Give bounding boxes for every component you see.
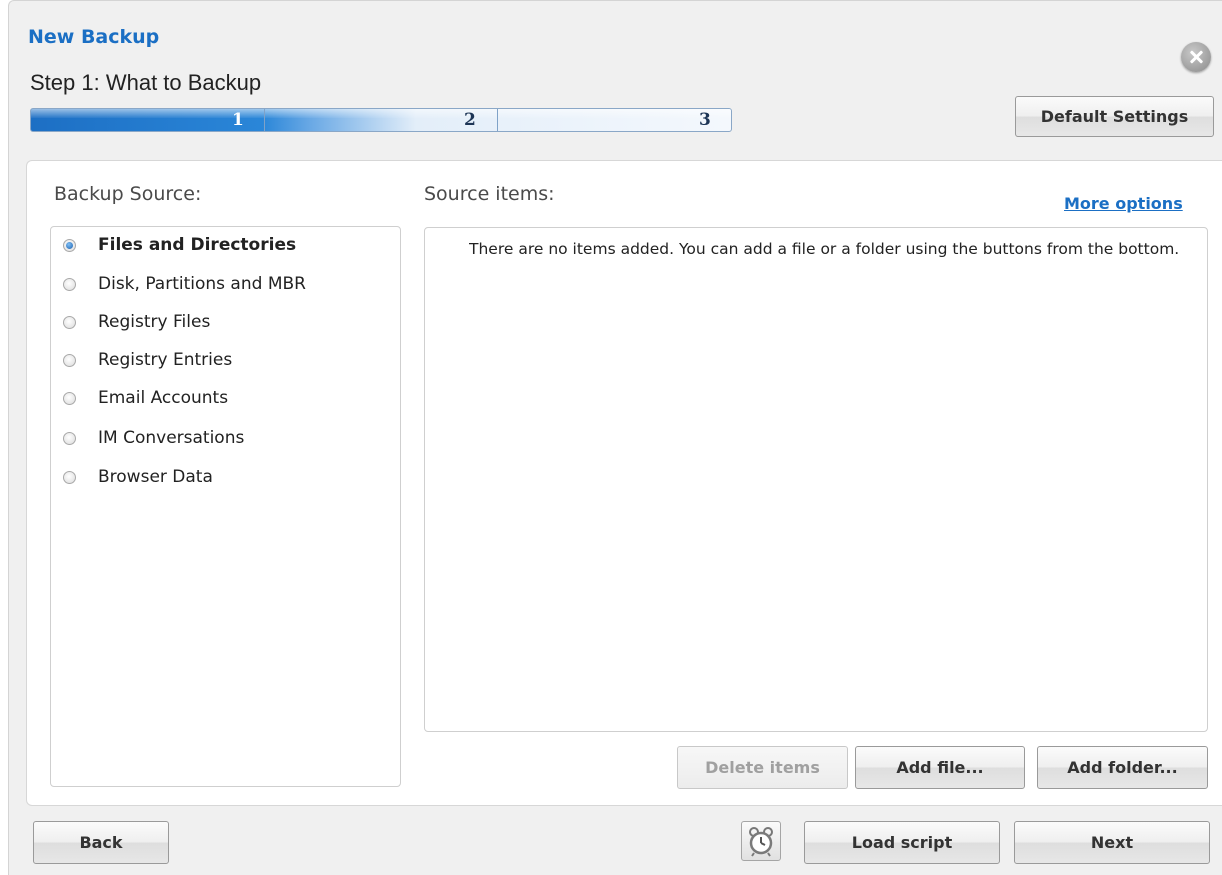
source-option-label: Disk, Partitions and MBR — [98, 274, 306, 294]
radio-icon[interactable] — [63, 315, 76, 329]
source-option-label: Files and Directories — [98, 235, 297, 255]
source-option-disk[interactable]: Disk, Partitions and MBR — [63, 272, 306, 296]
add-folder-button[interactable]: Add folder... — [1037, 746, 1208, 789]
step-progress-bar: 1 2 3 — [30, 108, 732, 132]
source-option-registry-entries[interactable]: Registry Entries — [63, 348, 232, 372]
load-script-button[interactable]: Load script — [804, 821, 1000, 864]
schedule-button[interactable] — [741, 821, 781, 861]
default-settings-button[interactable]: Default Settings — [1015, 96, 1214, 137]
step-2-label: 2 — [464, 110, 476, 130]
source-option-label: IM Conversations — [98, 428, 245, 448]
source-option-label: Registry Files — [98, 312, 211, 332]
step-title: Step 1: What to Backup — [30, 70, 262, 95]
step-1-label: 1 — [232, 110, 244, 130]
radio-icon[interactable] — [63, 470, 76, 484]
dialog-title: New Backup — [28, 26, 160, 48]
source-option-label: Browser Data — [98, 467, 213, 487]
source-items-list[interactable]: There are no items added. You can add a … — [424, 227, 1208, 732]
radio-icon[interactable] — [63, 277, 76, 291]
step-3-label: 3 — [699, 110, 711, 130]
source-option-label: Email Accounts — [98, 388, 229, 408]
empty-items-message: There are no items added. You can add a … — [469, 240, 1180, 258]
radio-icon[interactable] — [63, 391, 76, 405]
next-button[interactable]: Next — [1014, 821, 1210, 864]
step-divider — [497, 109, 498, 131]
source-items-heading: Source items: — [424, 183, 555, 205]
alarm-clock-icon — [749, 827, 773, 857]
more-options-link[interactable]: More options — [1064, 194, 1183, 213]
radio-icon[interactable] — [63, 431, 76, 445]
source-option-email[interactable]: Email Accounts — [63, 386, 228, 410]
close-icon[interactable] — [1181, 42, 1211, 72]
add-file-button[interactable]: Add file... — [855, 746, 1025, 789]
backup-source-list: Files and Directories Disk, Partitions a… — [50, 226, 401, 787]
backup-source-heading: Backup Source: — [54, 183, 202, 205]
step-divider — [264, 109, 265, 131]
source-option-registry-files[interactable]: Registry Files — [63, 310, 210, 334]
radio-icon[interactable] — [63, 353, 76, 367]
delete-items-button[interactable]: Delete items — [677, 746, 848, 789]
source-option-browser[interactable]: Browser Data — [63, 465, 213, 489]
back-button[interactable]: Back — [33, 821, 169, 864]
radio-selected-icon[interactable] — [63, 238, 76, 252]
source-option-files[interactable]: Files and Directories — [63, 233, 296, 257]
source-option-label: Registry Entries — [98, 350, 233, 370]
source-option-im[interactable]: IM Conversations — [63, 426, 244, 450]
